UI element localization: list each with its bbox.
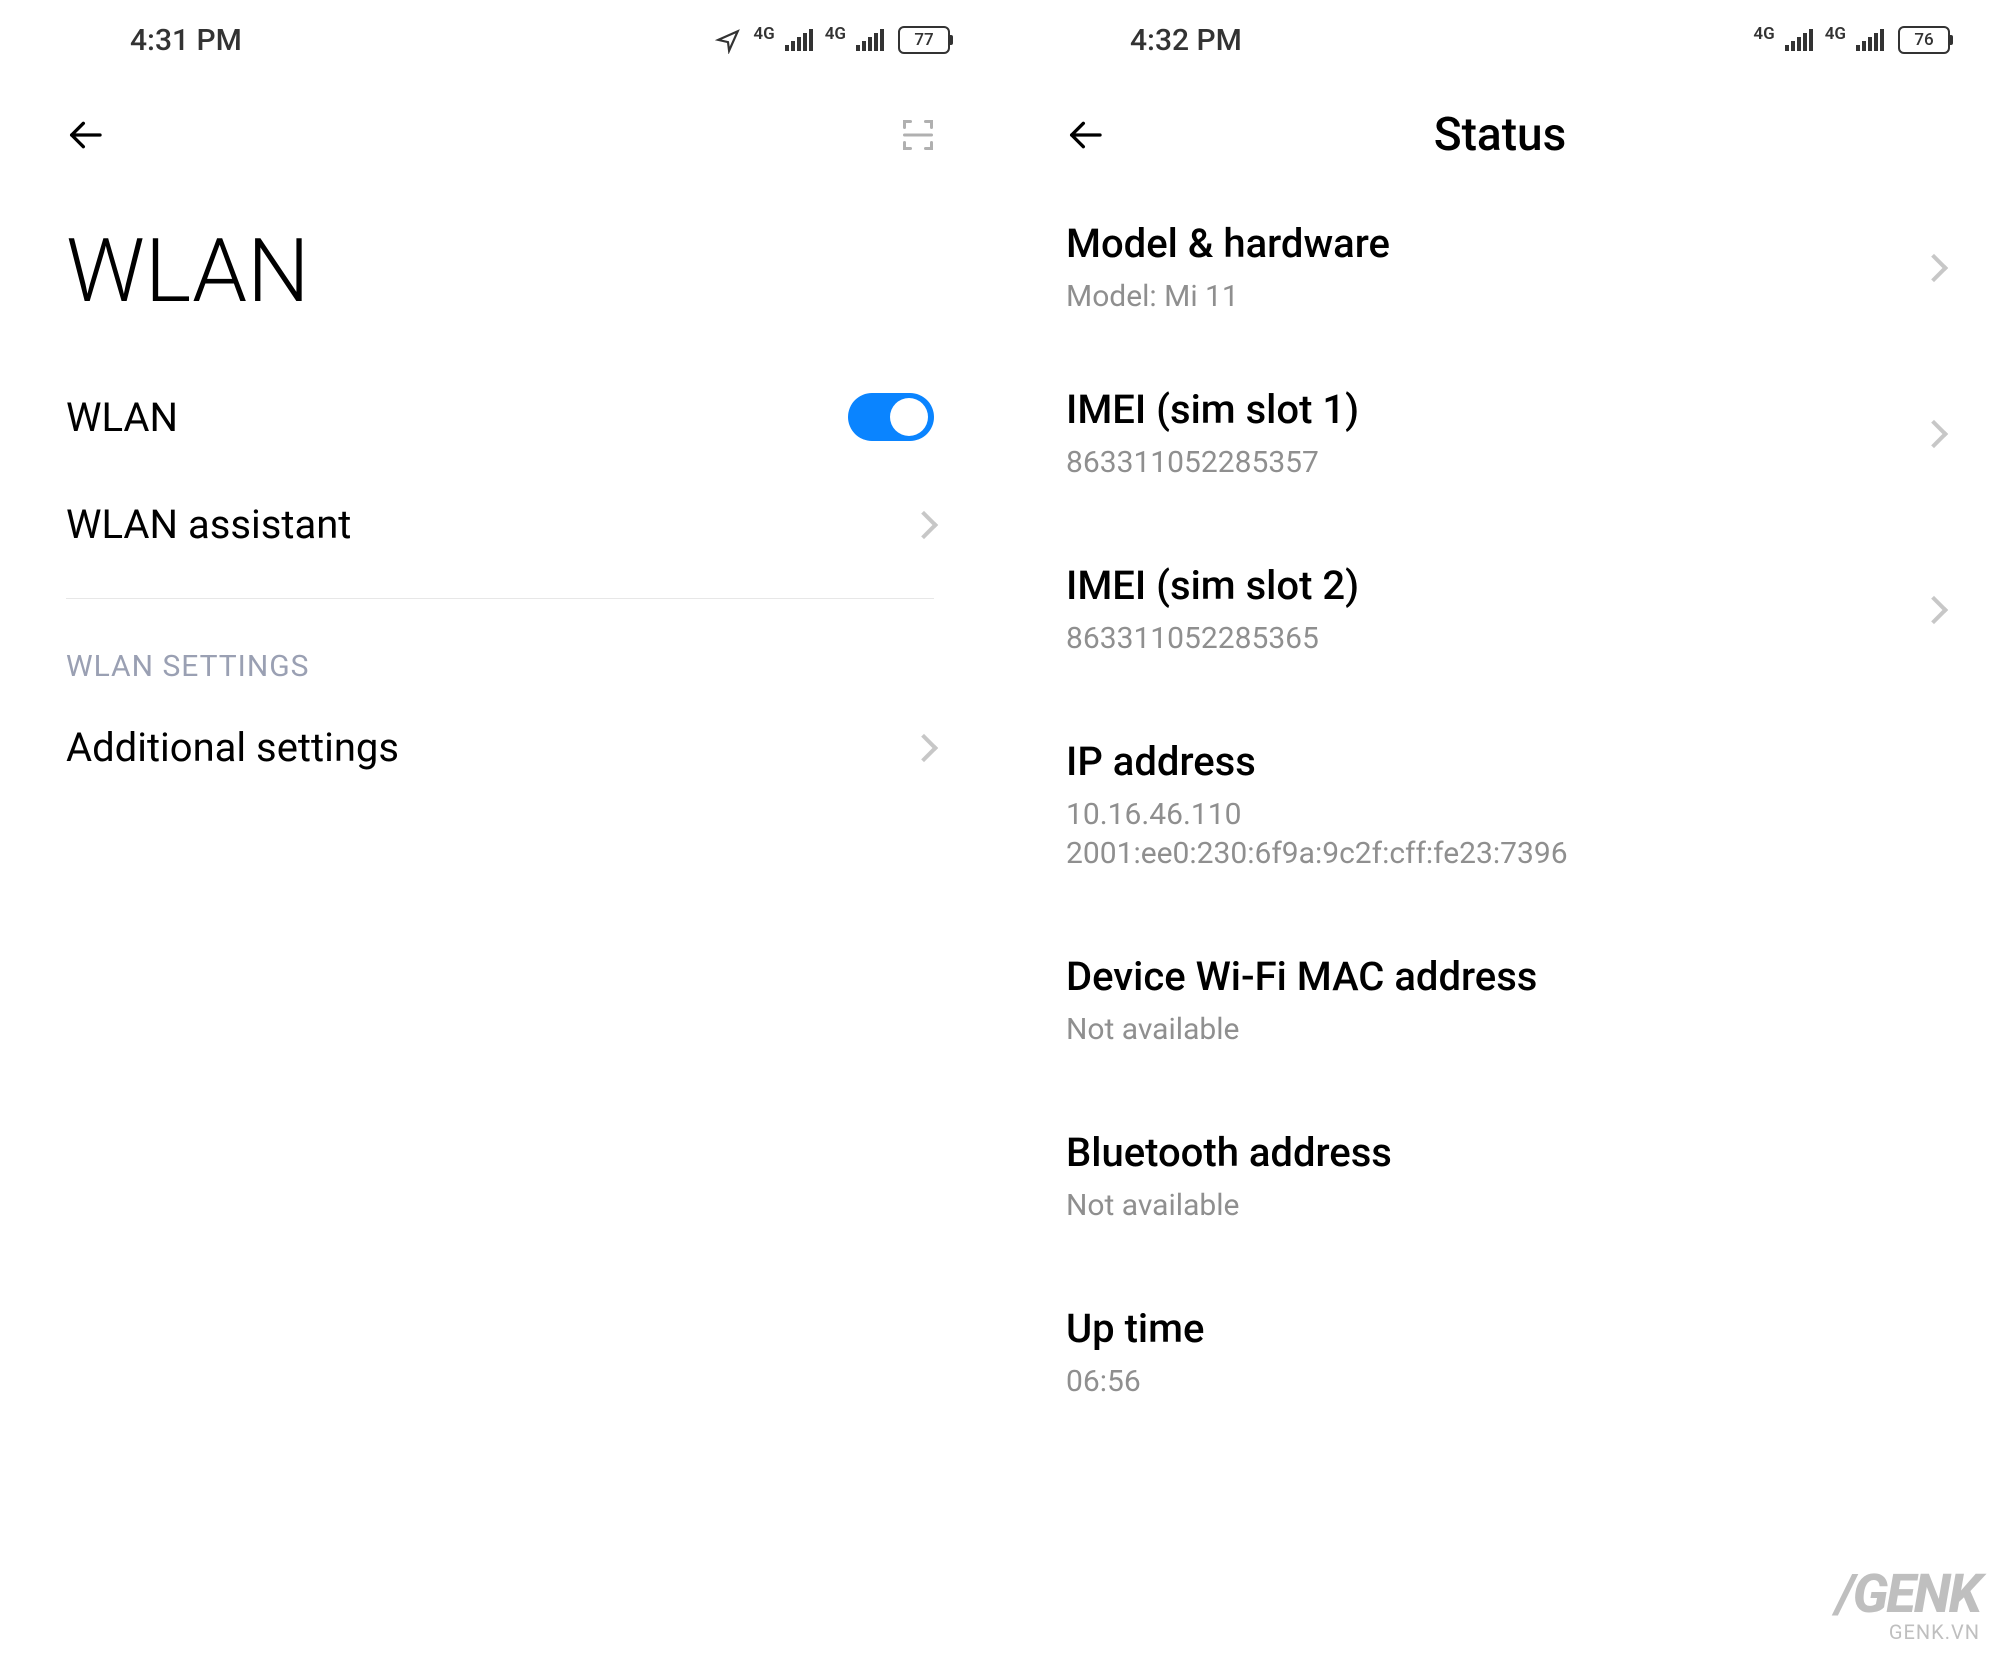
location-icon	[715, 27, 741, 53]
status-bar: 4:31 PM 4G 4G 77	[0, 0, 1000, 80]
status-bar-time: 4:32 PM	[1130, 23, 1242, 58]
back-button[interactable]	[60, 110, 110, 160]
uptime-value: 06:56	[1066, 1362, 1934, 1401]
network-type-2: 4G	[1825, 24, 1846, 44]
wlan-settings-screen: 4:31 PM 4G 4G 77 WLAN WLAN WLAN assistan…	[0, 0, 1000, 1656]
status-bar: 4:32 PM 4G 4G 76	[1000, 0, 2000, 80]
watermark: /GENK GENK.VN	[1836, 1571, 1980, 1644]
imei-slot-1-title: IMEI (sim slot 1)	[1066, 386, 1934, 433]
imei-slot-2-item[interactable]: IMEI (sim slot 2) 863311052285365	[1000, 522, 2000, 698]
bluetooth-address-item: Bluetooth address Not available	[1000, 1089, 2000, 1265]
wlan-assistant-row[interactable]: WLAN assistant	[0, 471, 1000, 578]
model-hardware-title: Model & hardware	[1066, 220, 1934, 267]
arrow-left-icon	[65, 115, 105, 155]
ip-address-item: IP address 10.16.46.110 2001:ee0:230:6f9…	[1000, 698, 2000, 913]
qr-scan-button[interactable]	[896, 113, 940, 157]
qr-scan-icon	[900, 117, 936, 153]
chevron-right-icon	[910, 510, 938, 538]
arrow-left-icon	[1065, 115, 1105, 155]
battery-icon: 76	[1898, 26, 1950, 54]
battery-icon: 77	[898, 26, 950, 54]
imei-slot-2-title: IMEI (sim slot 2)	[1066, 562, 1934, 609]
status-screen: 4:32 PM 4G 4G 76 Status Model & hardware…	[1000, 0, 2000, 1656]
signal-icon	[856, 29, 884, 51]
network-type-2: 4G	[825, 24, 846, 44]
ip-address-title: IP address	[1066, 738, 1934, 785]
uptime-item: Up time 06:56	[1000, 1265, 2000, 1441]
signal-icon	[1856, 29, 1884, 51]
wifi-mac-title: Device Wi-Fi MAC address	[1066, 953, 1934, 1000]
network-type-1: 4G	[753, 24, 774, 44]
imei-slot-1-value: 863311052285357	[1066, 443, 1934, 482]
model-hardware-value: Model: Mi 11	[1066, 277, 1934, 316]
ip-address-value: 10.16.46.110 2001:ee0:230:6f9a:9c2f:cff:…	[1066, 795, 1934, 873]
additional-settings-row[interactable]: Additional settings	[0, 694, 1000, 801]
wifi-mac-item: Device Wi-Fi MAC address Not available	[1000, 913, 2000, 1089]
wlan-settings-section-header: WLAN SETTINGS	[0, 619, 1000, 694]
additional-settings-label: Additional settings	[66, 724, 399, 771]
wlan-assistant-label: WLAN assistant	[66, 501, 351, 548]
nav-bar: Status	[1000, 80, 2000, 190]
wlan-toggle-row[interactable]: WLAN	[0, 363, 1000, 471]
page-title: WLAN	[0, 190, 1000, 363]
watermark-brand: /GENK	[1836, 1571, 1980, 1620]
imei-slot-1-item[interactable]: IMEI (sim slot 1) 863311052285357	[1000, 346, 2000, 522]
wlan-toggle[interactable]	[848, 393, 934, 441]
model-hardware-item[interactable]: Model & hardware Model: Mi 11	[1000, 190, 2000, 346]
signal-icon	[1785, 29, 1813, 51]
wifi-mac-value: Not available	[1066, 1010, 1934, 1049]
uptime-title: Up time	[1066, 1305, 1934, 1352]
signal-icon	[785, 29, 813, 51]
imei-slot-2-value: 863311052285365	[1066, 619, 1934, 658]
wlan-toggle-label: WLAN	[66, 394, 178, 441]
status-bar-indicators: 4G 4G 77	[715, 26, 950, 54]
status-bar-indicators: 4G 4G 76	[1749, 26, 1950, 54]
divider	[66, 598, 934, 599]
nav-title: Status	[1434, 108, 1567, 162]
bluetooth-address-value: Not available	[1066, 1186, 1934, 1225]
bluetooth-address-title: Bluetooth address	[1066, 1129, 1934, 1176]
status-bar-time: 4:31 PM	[130, 23, 242, 58]
nav-bar	[0, 80, 1000, 190]
back-button[interactable]	[1060, 110, 1110, 160]
chevron-right-icon	[910, 733, 938, 761]
network-type-1: 4G	[1753, 24, 1774, 44]
